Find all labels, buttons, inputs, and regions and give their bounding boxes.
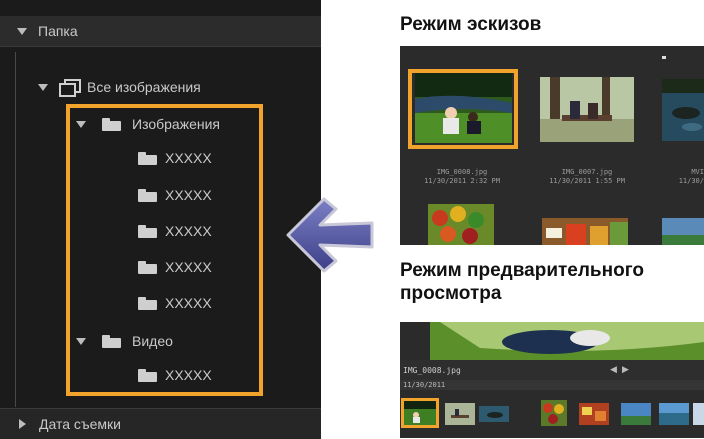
prev-arrow-icon[interactable]: ◀ [610, 364, 617, 375]
lake-photo-icon [662, 79, 704, 141]
shooting-date-label: Дата съемки [39, 416, 121, 432]
landscape-photo-icon [659, 403, 689, 425]
folder-section-label: Папка [38, 23, 78, 39]
market-photo-icon [579, 403, 609, 425]
selected-thumbnail-frame [408, 69, 518, 149]
file-name: MVI [691, 168, 704, 176]
date-bar: 11/30/2011 [400, 380, 704, 390]
bench-photo-icon [540, 77, 634, 142]
filmstrip-thumbnail[interactable] [541, 400, 567, 426]
corner-marker-icon [662, 56, 666, 59]
sky-photo-icon [662, 218, 704, 245]
image-stack-icon [59, 79, 81, 97]
lake-photo-icon [479, 406, 509, 422]
file-date: 11/30/2011 1:55 PM [549, 177, 625, 185]
thumbnail-view: IMG_0008.jpg 11/30/2011 2:32 PM IMG_0007… [400, 46, 704, 245]
file-date: 11/30/ [678, 177, 704, 185]
highlight-frame [66, 104, 263, 396]
preview-info-bar: IMG_0008.jpg ◀ ▶ [400, 360, 704, 380]
expand-arrow-icon[interactable] [38, 83, 48, 91]
expand-arrow-icon[interactable] [17, 27, 27, 35]
vegetables-photo-icon [428, 204, 494, 245]
thumbnail-image[interactable] [662, 79, 704, 141]
thumbnail-image[interactable] [428, 204, 494, 245]
preview-mode-title: Режим предварительного просмотра [400, 260, 644, 304]
thumbnail-caption: IMG_0008.jpg 11/30/2011 2:32 PM [410, 168, 514, 186]
collapse-arrow-icon[interactable] [19, 419, 26, 429]
tree-item-label: Все изображения [87, 79, 201, 95]
selected-filmstrip-frame [401, 398, 439, 428]
preview-date: 11/30/2011 [403, 381, 446, 389]
filmstrip-thumbnail[interactable] [479, 406, 509, 422]
market-photo-icon [542, 218, 628, 245]
folder-section-header[interactable]: Папка [0, 16, 321, 47]
pointer-arrow-icon [286, 197, 374, 273]
thumbnail-mode-title: Режим эскизов [400, 14, 542, 35]
preview-file-name: IMG_0008.jpg [403, 366, 461, 375]
park-photo-large-icon [400, 322, 704, 360]
thumbnail-caption: MVI 11/30/ [662, 168, 704, 186]
thumbnail-image[interactable] [540, 77, 634, 142]
vegetables-photo-icon [541, 400, 567, 426]
landscape-photo-icon [693, 403, 704, 425]
preview-image [400, 322, 704, 360]
next-arrow-icon[interactable]: ▶ [622, 364, 629, 375]
thumbnail-image[interactable] [542, 218, 628, 245]
thumbnail-caption: IMG_0007.jpg 11/30/2011 1:55 PM [535, 168, 639, 186]
folder-panel: Папка Все изображения Изображения XXXXX … [0, 0, 321, 439]
filmstrip-thumbnail[interactable] [445, 403, 475, 425]
file-name: IMG_0008.jpg [436, 168, 488, 176]
file-name: IMG_0007.jpg [561, 168, 613, 176]
shooting-date-header[interactable]: Дата съемки [0, 408, 321, 439]
filmstrip-thumbnail[interactable] [579, 403, 609, 425]
sky-photo-icon [621, 403, 651, 425]
file-date: 11/30/2011 2:32 PM [424, 177, 500, 185]
bench-photo-icon [445, 403, 475, 425]
filmstrip-thumbnail[interactable] [659, 403, 689, 425]
tree-item-all-images[interactable]: Все изображения [0, 76, 321, 98]
filmstrip-thumbnail[interactable] [693, 403, 704, 425]
thumbnail-image[interactable] [662, 218, 704, 245]
filmstrip-thumbnail[interactable] [621, 403, 651, 425]
